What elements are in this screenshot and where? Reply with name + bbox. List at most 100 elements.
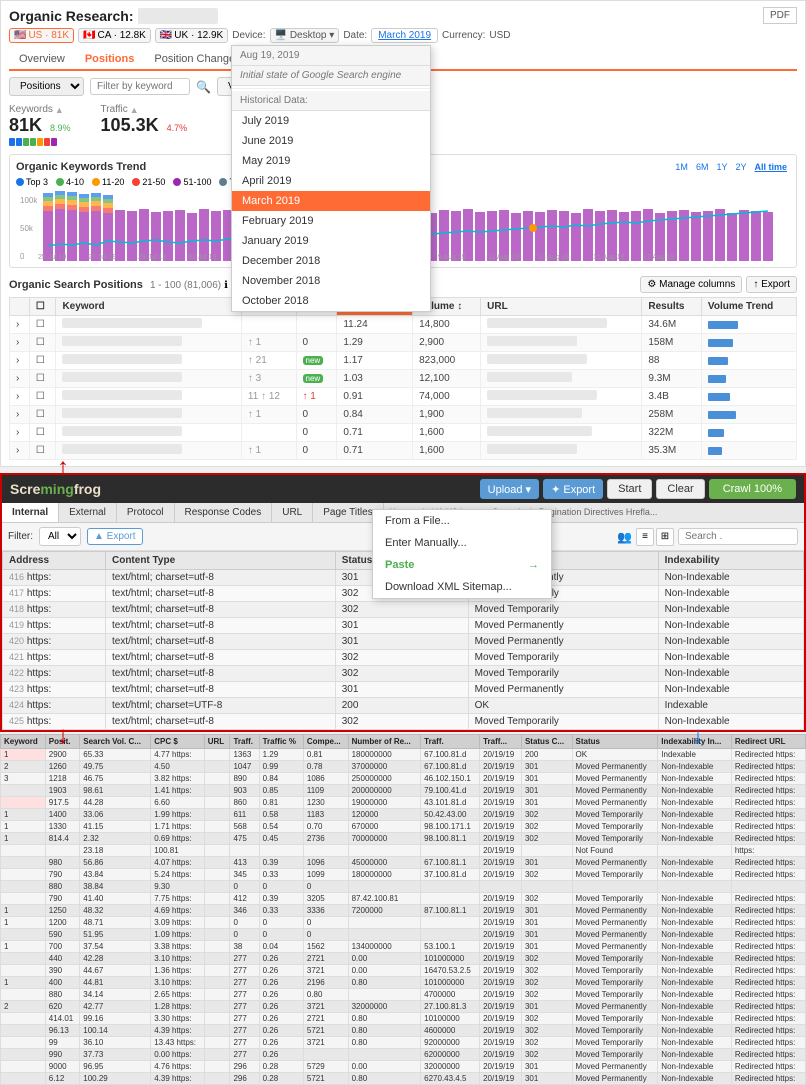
date-option-jul19[interactable]: July 2019 [232,111,430,131]
traffic-label: Traffic [101,104,128,115]
bth-keyword[interactable]: Keyword [1,735,46,749]
flag-us[interactable]: 🇺🇸 US · 81K [9,28,74,43]
th-url[interactable]: URL [481,298,642,316]
th-keyword[interactable]: Keyword [56,298,241,316]
export-btn[interactable]: ↑ Export [746,276,797,293]
row-checkbox[interactable]: ☐ [29,370,56,388]
sf-th-indexability[interactable]: Indexability [658,552,803,570]
search-icon[interactable]: 🔍 [196,80,211,94]
row-checkbox[interactable]: ☐ [29,424,56,442]
row-checkbox[interactable]: ☐ [29,406,56,424]
flag-uk[interactable]: 🇬🇧 UK · 12.9K [155,28,228,43]
sf-th-content-type[interactable]: Content Type [105,552,335,570]
sf-tab-url[interactable]: URL [272,503,313,522]
bth-status[interactable]: Status [572,735,658,749]
row-checkbox[interactable]: ☐ [29,316,56,334]
bth-comp[interactable]: Compe... [303,735,348,749]
sf-enter-manually[interactable]: Enter Manually... [373,532,551,554]
legend-11-20: 11-20 [102,177,124,187]
keywords-value: 81K [9,115,42,136]
sf-view-grid-icon[interactable]: ⊞ [656,528,674,546]
th-checkbox[interactable]: ☐ [29,298,56,316]
bth-status-code[interactable]: Status C... [521,735,572,749]
sf-crawl-btn[interactable]: Crawl 100% [709,479,796,499]
row-expand[interactable]: › [10,442,30,460]
keyword-search[interactable] [90,78,190,95]
sf-from-file[interactable]: From a File... [373,510,551,532]
row-expand[interactable]: › [10,334,30,352]
tab-positions[interactable]: Positions [75,49,145,71]
sf-th-address[interactable]: Address [3,552,106,570]
row-expand[interactable]: › [10,352,30,370]
sf-group-icon[interactable]: 👥 [617,530,632,544]
bth-cpc[interactable]: CPC $ [151,735,205,749]
sf-tab-response-codes[interactable]: Response Codes [175,503,273,522]
date-option-oct18[interactable]: October 2018 [232,291,430,311]
organic-research-panel: Organic Research: PDF 🇺🇸 US · 81K 🇨🇦 CA … [0,0,806,467]
sf-clear-btn[interactable]: Clear [656,479,704,499]
bth-date[interactable]: Traff... [480,735,522,749]
sf-upload-btn[interactable]: Upload ▾ [480,479,539,499]
row-expand[interactable]: › [10,370,30,388]
date-option-nov18[interactable]: November 2018 [232,271,430,291]
time-btn-alltime[interactable]: All time [751,161,790,173]
bth-search-vol[interactable]: Search Vol. C... [80,735,151,749]
date-option-jan19[interactable]: January 2019 [232,231,430,251]
sf-table-row: 422 https: text/html; charset=utf-8 302 … [3,666,804,682]
row-checkbox[interactable]: ☐ [29,388,56,406]
time-btn-6m[interactable]: 6M [693,161,712,173]
positions-filter[interactable]: Positions [9,77,84,96]
sf-paste[interactable]: Paste → [373,554,551,576]
date-option-apr19[interactable]: April 2019 [232,171,430,191]
date-option-mar19[interactable]: March 2019 [232,191,430,211]
row-checkbox[interactable]: ☐ [29,442,56,460]
sf-start-btn[interactable]: Start [607,479,652,499]
pdf-button[interactable]: PDF [763,7,797,24]
red-arrow-down: ↓ [57,722,69,750]
th-trend[interactable]: Volume Trend [701,298,796,316]
date-option-jun19[interactable]: June 2019 [232,131,430,151]
th-results[interactable]: Results [642,298,702,316]
row-expand[interactable]: › [10,388,30,406]
sf-tab-external[interactable]: External [59,503,117,522]
svg-text:50k: 50k [20,224,34,233]
or-domain-input[interactable] [138,8,218,24]
bottom-table-row: 39044.671.36 https:2770.2637210.0016470.… [1,965,806,977]
svg-text:13 Aug 19: 13 Aug 19 [538,254,570,261]
sf-tab-internal[interactable]: Internal [2,503,59,522]
sf-view-list-icon[interactable]: ≡ [636,528,654,546]
tab-overview[interactable]: Overview [9,49,75,69]
table-info-icon[interactable]: ℹ [224,280,228,291]
manage-columns-btn[interactable]: ⚙ Manage columns [640,276,742,293]
row-expand[interactable]: › [10,406,30,424]
row-expand[interactable]: › [10,424,30,442]
row-checkbox[interactable]: ☐ [29,352,56,370]
time-btn-2y[interactable]: 2Y [732,161,749,173]
bth-url[interactable]: URL [204,735,230,749]
sf-tab-protocol[interactable]: Protocol [117,503,175,522]
sf-export-btn[interactable]: ✦ Export [543,479,603,499]
date-option-may19[interactable]: May 2019 [232,151,430,171]
row-checkbox[interactable]: ☐ [29,334,56,352]
time-btn-1y[interactable]: 1Y [713,161,730,173]
bottom-table-row: 2126049.754.5010470.990.783700000067.100… [1,761,806,773]
device-select[interactable]: 🖥️ Desktop ▾ [270,28,340,43]
date-option-feb19[interactable]: February 2019 [232,211,430,231]
row-expand[interactable]: › [10,316,30,334]
bth-ip[interactable]: Traff. [421,735,480,749]
date-option-dec18[interactable]: December 2018 [232,251,430,271]
bth-num-results[interactable]: Number of Re... [348,735,421,749]
sf-search-input[interactable] [678,528,798,545]
sf-export-small-btn[interactable]: ▲ Export [87,528,143,545]
bth-traffic-pct[interactable]: Traffic % [259,735,303,749]
date-picker[interactable]: March 2019 [371,28,438,43]
sf-download-sitemap[interactable]: Download XML Sitemap... [373,576,551,598]
bottom-table-row: 414.0199.163.30 https:2770.2627210.80101… [1,1013,806,1025]
bth-traff[interactable]: Traff. [230,735,259,749]
bth-redirect[interactable]: Redirect URL [731,735,805,749]
bottom-table-row: 1814.42.320.69 https:4750.45273670000000… [1,833,806,845]
svg-text:9 Aug 19: 9 Aug 19 [438,254,466,261]
time-btn-1m[interactable]: 1M [672,161,691,173]
sf-filter-select[interactable]: All [39,527,81,546]
flag-ca[interactable]: 🇨🇦 CA · 12.8K [78,28,151,43]
